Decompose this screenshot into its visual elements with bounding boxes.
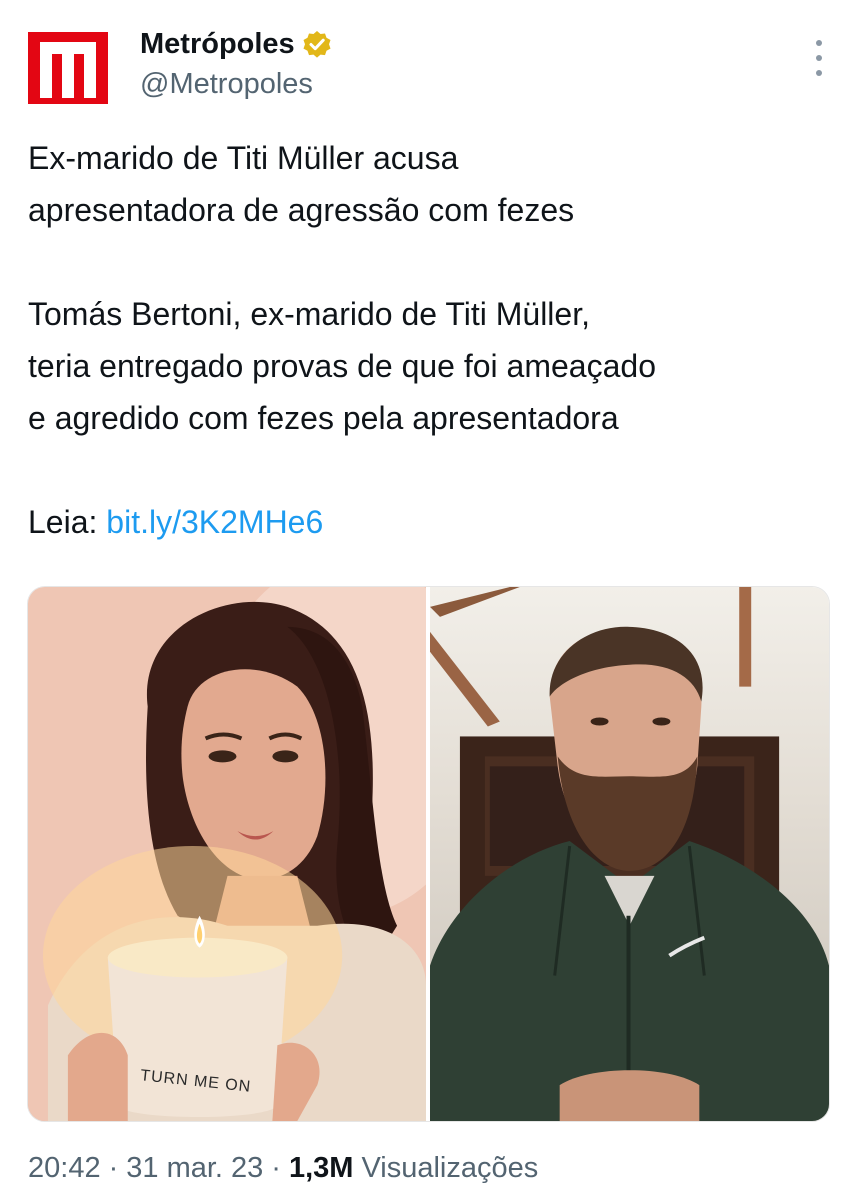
tweet-text: Ex-marido de Titi Müller acusa apresenta…: [28, 132, 828, 548]
article-link[interactable]: bit.ly/3K2MHe6: [106, 504, 323, 540]
more-options-icon[interactable]: [812, 40, 826, 76]
views-label[interactable]: Visualizações: [361, 1152, 538, 1185]
tweet-read-line: Leia: bit.ly/3K2MHe6: [28, 496, 828, 548]
verified-badge-icon: [303, 30, 331, 58]
tweet-headline: Ex-marido de Titi Müller acusa apresenta…: [28, 140, 575, 228]
photo-bearded-man[interactable]: [430, 587, 829, 1121]
display-name[interactable]: Metrópoles: [140, 28, 295, 61]
tweet-media[interactable]: TURN ME ON: [27, 586, 830, 1122]
read-prefix: Leia:: [28, 504, 107, 540]
name-row: Metrópoles: [140, 28, 333, 61]
tweet-meta: 20:42 · 31 mar. 23 · 1,3M Visualizações: [28, 1152, 538, 1185]
tweet-body: Tomás Bertoni, ex-marido de Titi Müller,…: [28, 296, 656, 436]
metropoles-logo-icon: [28, 32, 108, 104]
photo-woman-with-candle[interactable]: [28, 587, 426, 1121]
handle[interactable]: @Metropoles: [140, 68, 313, 101]
tweet-header: Metrópoles @Metropoles: [0, 0, 856, 120]
meta-separator: ·: [271, 1152, 281, 1184]
views-count[interactable]: 1,3M: [289, 1152, 353, 1185]
woman-holding-candle-icon: [28, 587, 426, 1121]
bearded-man-in-jacket-icon: [430, 587, 829, 1121]
avatar[interactable]: [28, 32, 108, 104]
meta-separator: ·: [108, 1152, 119, 1184]
tweet-date[interactable]: 31 mar. 23: [126, 1152, 263, 1185]
tweet-time[interactable]: 20:42: [28, 1152, 101, 1185]
